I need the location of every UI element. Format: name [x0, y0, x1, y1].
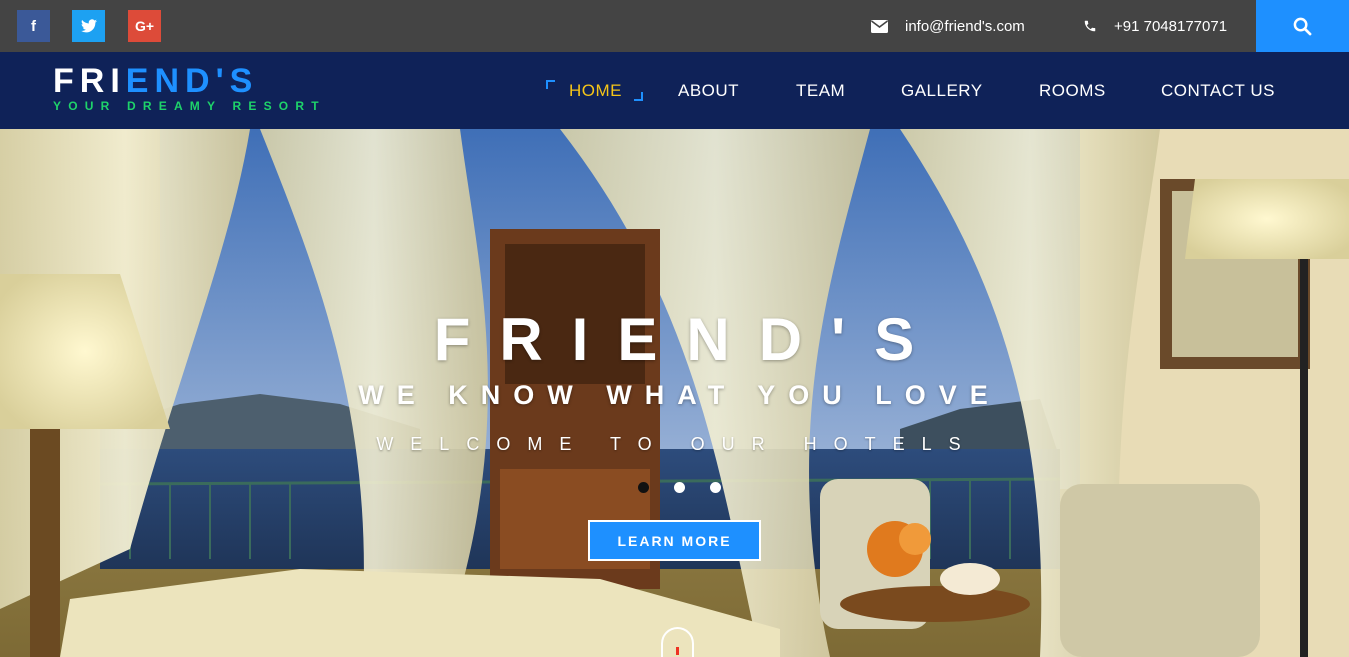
phone-contact[interactable]: +91 7048177071: [1083, 0, 1227, 52]
phone-icon: [1084, 20, 1096, 32]
email-text: info@friend's.com: [905, 17, 1025, 35]
brand-logo[interactable]: FRIEND'S YOUR DREAMY RESORT: [53, 63, 326, 113]
search-icon: [1293, 17, 1312, 35]
learn-more-button[interactable]: LEARN MORE: [588, 520, 761, 561]
nav-gallery[interactable]: GALLERY: [901, 52, 983, 129]
envelope-icon: [871, 19, 888, 33]
nav-rooms[interactable]: ROOMS: [1039, 52, 1106, 129]
hero-welcome: WELCOME TO OUR HOTELS: [376, 434, 978, 454]
hero-subtitle: WE KNOW WHAT YOU LOVE: [358, 380, 1001, 410]
active-corner-top-left: [546, 80, 555, 89]
brand-name: FRIEND'S: [53, 62, 259, 100]
hero-slider: FRIEND'S WE KNOW WHAT YOU LOVE WELCOME T…: [0, 129, 1349, 657]
nav-home[interactable]: HOME: [569, 52, 622, 129]
top-bar: f G+ info@friend's.com +91 7048177071: [0, 0, 1349, 52]
nav-team[interactable]: TEAM: [796, 52, 845, 129]
google-plus-icon[interactable]: G+: [128, 10, 161, 42]
nav-about[interactable]: ABOUT: [678, 52, 739, 129]
slide-dot-2[interactable]: [674, 482, 685, 493]
main-navbar: FRIEND'S YOUR DREAMY RESORT HOME ABOUT T…: [0, 52, 1349, 129]
email-contact[interactable]: info@friend's.com: [871, 0, 1025, 52]
brand-tagline: YOUR DREAMY RESORT: [53, 99, 326, 113]
phone-text: +91 7048177071: [1114, 17, 1228, 35]
twitter-icon[interactable]: [72, 10, 105, 42]
nav-contact-us[interactable]: CONTACT US: [1161, 52, 1275, 129]
active-corner-bottom-right: [634, 92, 643, 101]
facebook-icon[interactable]: f: [17, 10, 50, 42]
slide-dot-3[interactable]: [710, 482, 721, 493]
scroll-down-icon[interactable]: [661, 627, 694, 657]
slide-dot-1[interactable]: [638, 482, 649, 493]
hero-title: FRIEND'S: [433, 306, 944, 373]
search-button[interactable]: [1256, 0, 1349, 52]
